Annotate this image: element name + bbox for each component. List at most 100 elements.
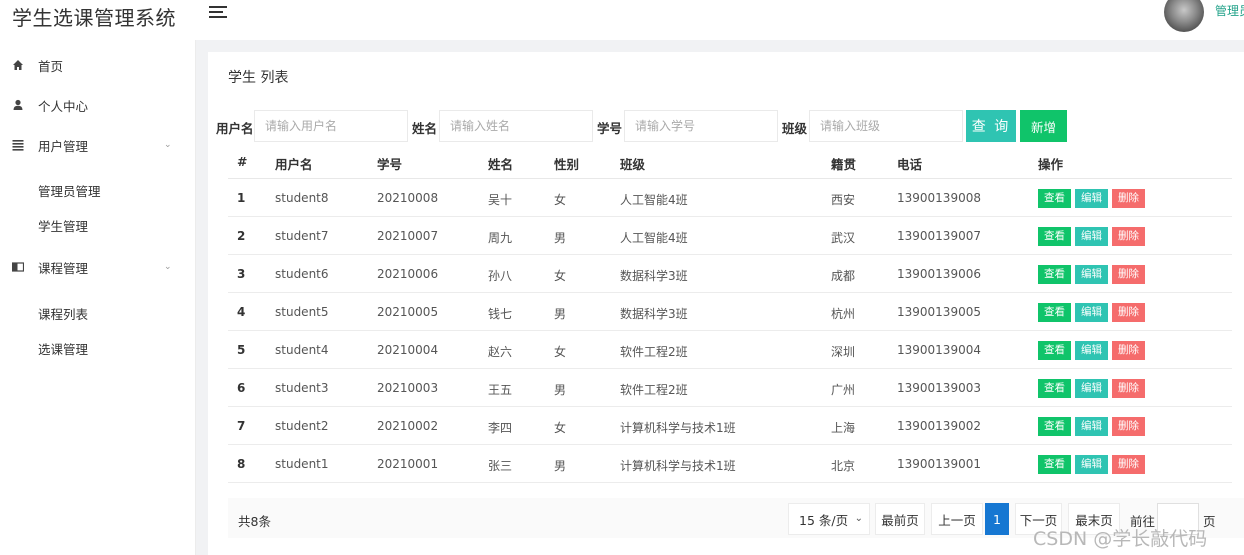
- view-button[interactable]: 查看: [1038, 379, 1071, 398]
- name-input[interactable]: [439, 110, 593, 142]
- table-cell: 1: [237, 191, 246, 205]
- avatar[interactable]: [1164, 0, 1204, 32]
- table-cell: 男: [554, 231, 567, 245]
- chevron-down-icon: ⌄: [854, 513, 863, 524]
- table-cell: 孙八: [488, 269, 513, 283]
- edit-button[interactable]: 编辑: [1075, 417, 1108, 436]
- username-input[interactable]: [254, 110, 408, 142]
- view-button[interactable]: 查看: [1038, 341, 1071, 360]
- user-name-link[interactable]: 管理员: [1215, 2, 1244, 19]
- view-button[interactable]: 查看: [1038, 265, 1071, 284]
- table-cell: 男: [554, 307, 567, 321]
- table-cell: 20210006: [377, 267, 439, 281]
- table-cell: 7: [237, 419, 246, 433]
- view-button[interactable]: 查看: [1038, 303, 1071, 322]
- edit-button[interactable]: 编辑: [1075, 227, 1108, 246]
- table-cell: 杭州: [831, 307, 856, 321]
- student-no-input[interactable]: [624, 110, 778, 142]
- table-row: 1 student8 20210008 吴十 女 人工智能4班 西安 13900139008 查…: [228, 179, 1232, 217]
- table-cell: 张三: [488, 459, 513, 473]
- table-cell: 20210003: [377, 381, 439, 395]
- delete-button[interactable]: 删除: [1112, 455, 1145, 474]
- table-cell: 13900139003: [897, 381, 981, 395]
- edit-button[interactable]: 编辑: [1075, 455, 1108, 474]
- table-row: 6 student3 20210003 王五 男 软件工程2班 广州 13900139003 查…: [228, 369, 1232, 407]
- prev-page-button[interactable]: 上一页: [931, 503, 983, 535]
- table-cell: student2: [275, 419, 329, 433]
- edit-button[interactable]: 编辑: [1075, 265, 1108, 284]
- edit-button[interactable]: 编辑: [1075, 379, 1108, 398]
- top-header: 学生选课管理系统 管理员: [0, 0, 1244, 40]
- edit-button[interactable]: 编辑: [1075, 341, 1108, 360]
- sidebar-item-user-mgmt[interactable]: 用户管理 ⌄: [0, 125, 196, 165]
- add-button[interactable]: 新增: [1020, 110, 1067, 142]
- page-title: 学生 列表: [228, 70, 289, 86]
- delete-button[interactable]: 删除: [1112, 341, 1145, 360]
- sidebar-subitem-admin[interactable]: 管理员管理: [38, 181, 101, 200]
- home-icon: [13, 60, 23, 70]
- page-size-select[interactable]: 15 条/页 ⌄: [788, 503, 870, 535]
- app-title: 学生选课管理系统: [12, 6, 176, 30]
- table-cell: 女: [554, 421, 567, 435]
- class-input[interactable]: [809, 110, 963, 142]
- content-card: 学生 列表 用户名 姓名 学号 班级 查 询 新增 # 用户名 学号 姓名 性别…: [208, 52, 1244, 555]
- table-row: 8 student1 20210001 张三 男 计算机科学与技术1班 北京 13900139…: [228, 445, 1232, 483]
- sidebar-subitem-course-list[interactable]: 课程列表: [38, 304, 88, 323]
- delete-button[interactable]: 删除: [1112, 417, 1145, 436]
- sidebar-item-label: 用户管理: [38, 138, 89, 154]
- column-header: 电话: [897, 157, 923, 172]
- table-cell: 20210005: [377, 305, 439, 319]
- table-cell: student3: [275, 381, 329, 395]
- sidebar-subitem-students[interactable]: 学生管理: [38, 216, 88, 235]
- first-page-button[interactable]: 最前页: [875, 503, 925, 535]
- delete-button[interactable]: 删除: [1112, 265, 1145, 284]
- sidebar-item-label: 课程管理: [38, 260, 89, 276]
- table-cell: 8: [237, 457, 246, 471]
- table-cell: student5: [275, 305, 329, 319]
- name-label: 姓名: [412, 121, 438, 136]
- view-button[interactable]: 查看: [1038, 455, 1071, 474]
- table-cell: 广州: [831, 383, 856, 397]
- table-cell: 钱七: [488, 307, 513, 321]
- table-cell: 北京: [831, 459, 856, 473]
- sidebar-item-course-mgmt[interactable]: 课程管理 ⌄: [0, 247, 196, 287]
- table-cell: 深圳: [831, 345, 856, 359]
- table-cell: 软件工程2班: [620, 383, 688, 397]
- table-cell: 13900139001: [897, 457, 981, 471]
- table-cell: 20210004: [377, 343, 439, 357]
- table-cell: 20210007: [377, 229, 439, 243]
- delete-button[interactable]: 删除: [1112, 227, 1145, 246]
- delete-button[interactable]: 删除: [1112, 379, 1145, 398]
- column-header: 姓名: [488, 157, 514, 172]
- table-cell: 人工智能4班: [620, 193, 688, 207]
- table-cell: 13900139004: [897, 343, 981, 357]
- hamburger-icon[interactable]: [209, 3, 227, 21]
- search-button[interactable]: 查 询: [966, 110, 1016, 142]
- table-cell: student8: [275, 191, 329, 205]
- table-cell: 男: [554, 383, 567, 397]
- page-1-button[interactable]: 1: [985, 503, 1009, 535]
- table-cell: 赵六: [488, 345, 513, 359]
- total-count: 共8条: [238, 514, 271, 529]
- sidebar: 首页 个人中心 用户管理 ⌄ 管理员管理 学生管理 课程管理 ⌄ 课程列表 选课…: [0, 40, 196, 555]
- table-row: 2 student7 20210007 周九 男 人工智能4班 武汉 13900139007 查…: [228, 217, 1232, 255]
- column-header: 学号: [377, 157, 403, 172]
- delete-button[interactable]: 删除: [1112, 303, 1145, 322]
- table-cell: 数据科学3班: [620, 307, 688, 321]
- edit-button[interactable]: 编辑: [1075, 303, 1108, 322]
- table-cell: 吴十: [488, 193, 513, 207]
- table-cell: 成都: [831, 269, 856, 283]
- view-button[interactable]: 查看: [1038, 189, 1071, 208]
- view-button[interactable]: 查看: [1038, 417, 1071, 436]
- table-cell: 计算机科学与技术1班: [620, 459, 736, 473]
- table-cell: 数据科学3班: [620, 269, 688, 283]
- table-cell: 13900139008: [897, 191, 981, 205]
- view-button[interactable]: 查看: [1038, 227, 1071, 246]
- delete-button[interactable]: 删除: [1112, 189, 1145, 208]
- sidebar-item-profile[interactable]: 个人中心: [0, 85, 196, 125]
- edit-button[interactable]: 编辑: [1075, 189, 1108, 208]
- sidebar-subitem-enrollment[interactable]: 选课管理: [38, 339, 88, 358]
- sidebar-item-home[interactable]: 首页: [0, 45, 196, 85]
- table-cell: 人工智能4班: [620, 231, 688, 245]
- column-header: 籍贯: [831, 157, 857, 172]
